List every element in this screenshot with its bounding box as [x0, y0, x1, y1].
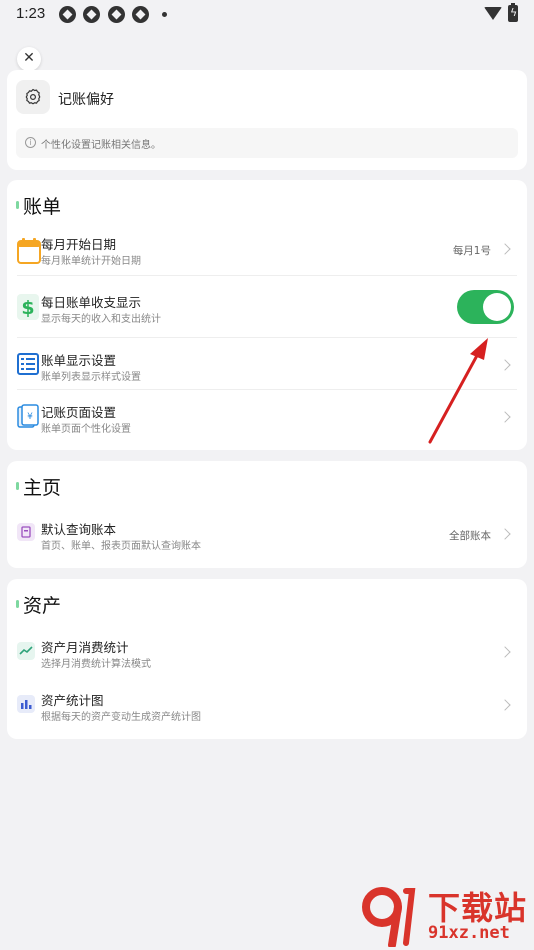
- ledger-icon: [17, 523, 35, 541]
- section-title: 资产: [23, 595, 62, 617]
- hint-text: 个性化设置记账相关信息。: [41, 140, 161, 151]
- chevron-right-icon: [499, 243, 511, 255]
- chevron-right-icon: [499, 528, 511, 540]
- section-accent-bar: [16, 600, 19, 608]
- toggle-knob: [483, 293, 511, 321]
- setting-row-daily-display[interactable]: $ 每日账单收支显示 显示每天的收入和支出统计: [7, 276, 527, 338]
- preferences-header-card: 记账偏好 i 个性化设置记账相关信息。: [7, 70, 527, 170]
- notification-icon: [108, 6, 125, 23]
- row-value: 全部账本: [449, 530, 491, 542]
- page-title: 记账偏好: [58, 92, 114, 108]
- section-title: 账单: [23, 196, 62, 218]
- row-subtitle: 首页、账单、报表页面默认查询账本: [41, 541, 201, 552]
- status-bar: 1:23: [0, 0, 534, 30]
- setting-row-monthly-consumption[interactable]: 资产月消费统计 选择月消费统计算法模式: [7, 629, 527, 677]
- close-button[interactable]: ✕: [17, 47, 41, 71]
- more-notifications-dot: [162, 12, 167, 17]
- row-subtitle: 账单页面个性化设置: [41, 424, 131, 435]
- row-subtitle: 显示每天的收入和支出统计: [41, 314, 161, 325]
- row-subtitle: 根据每天的资产变动生成资产统计图: [41, 712, 201, 723]
- status-time: 1:23: [16, 5, 46, 22]
- watermark-url: 91xz.net: [428, 923, 510, 943]
- list-icon: [17, 353, 39, 375]
- row-subtitle: 选择月消费统计算法模式: [41, 659, 151, 670]
- section-assets: 资产 资产月消费统计 选择月消费统计算法模式 资产统计图 根据每天的资产变动生成…: [7, 579, 527, 739]
- row-title: 每日账单收支显示: [41, 295, 142, 310]
- info-icon: i: [25, 137, 36, 148]
- trend-icon: [17, 642, 35, 660]
- row-title: 资产月消费统计: [41, 640, 129, 655]
- annotation-arrow: [428, 338, 488, 444]
- notification-icon: [83, 6, 100, 23]
- setting-row-default-ledger[interactable]: 默认查询账本 首页、账单、报表页面默认查询账本 全部账本: [7, 511, 527, 557]
- hint-box: i 个性化设置记账相关信息。: [16, 128, 518, 158]
- gear-icon: [25, 88, 41, 105]
- row-subtitle: 每月账单统计开始日期: [41, 256, 141, 267]
- chevron-right-icon: [499, 359, 511, 371]
- section-home: 主页 默认查询账本 首页、账单、报表页面默认查询账本 全部账本: [7, 461, 527, 568]
- dollar-icon: $: [17, 294, 39, 320]
- watermark: 下载站 91xz.net: [358, 883, 534, 950]
- setting-row-month-start[interactable]: 每月开始日期 每月账单统计开始日期 每月1号: [7, 228, 527, 276]
- chevron-right-icon: [499, 411, 511, 423]
- row-value: 每月1号: [452, 245, 491, 257]
- receipt-icon: ¥: [17, 404, 39, 428]
- close-icon: ✕: [23, 50, 35, 66]
- row-title: 记账页面设置: [41, 405, 117, 420]
- daily-display-toggle[interactable]: [457, 290, 514, 324]
- wifi-icon: [484, 7, 502, 20]
- notification-icon: [132, 6, 149, 23]
- watermark-logo: [362, 887, 416, 947]
- row-title: 默认查询账本: [41, 522, 117, 537]
- row-title: 每月开始日期: [41, 237, 117, 252]
- section-accent-bar: [16, 482, 19, 490]
- bar-chart-icon: [17, 695, 35, 713]
- setting-row-asset-chart[interactable]: 资产统计图 根据每天的资产变动生成资产统计图: [7, 682, 527, 730]
- gear-icon-box: [16, 80, 50, 114]
- chevron-right-icon: [499, 699, 511, 711]
- section-accent-bar: [16, 201, 19, 209]
- chevron-right-icon: [499, 646, 511, 658]
- calendar-icon: [17, 238, 41, 264]
- row-title: 资产统计图: [41, 693, 104, 708]
- svg-text:$: $: [21, 297, 34, 319]
- section-title: 主页: [23, 477, 62, 499]
- battery-icon: [508, 3, 518, 22]
- notification-icon: [59, 6, 76, 23]
- row-title: 账单显示设置: [41, 353, 117, 368]
- row-subtitle: 账单列表显示样式设置: [41, 372, 141, 383]
- svg-text:¥: ¥: [27, 412, 33, 422]
